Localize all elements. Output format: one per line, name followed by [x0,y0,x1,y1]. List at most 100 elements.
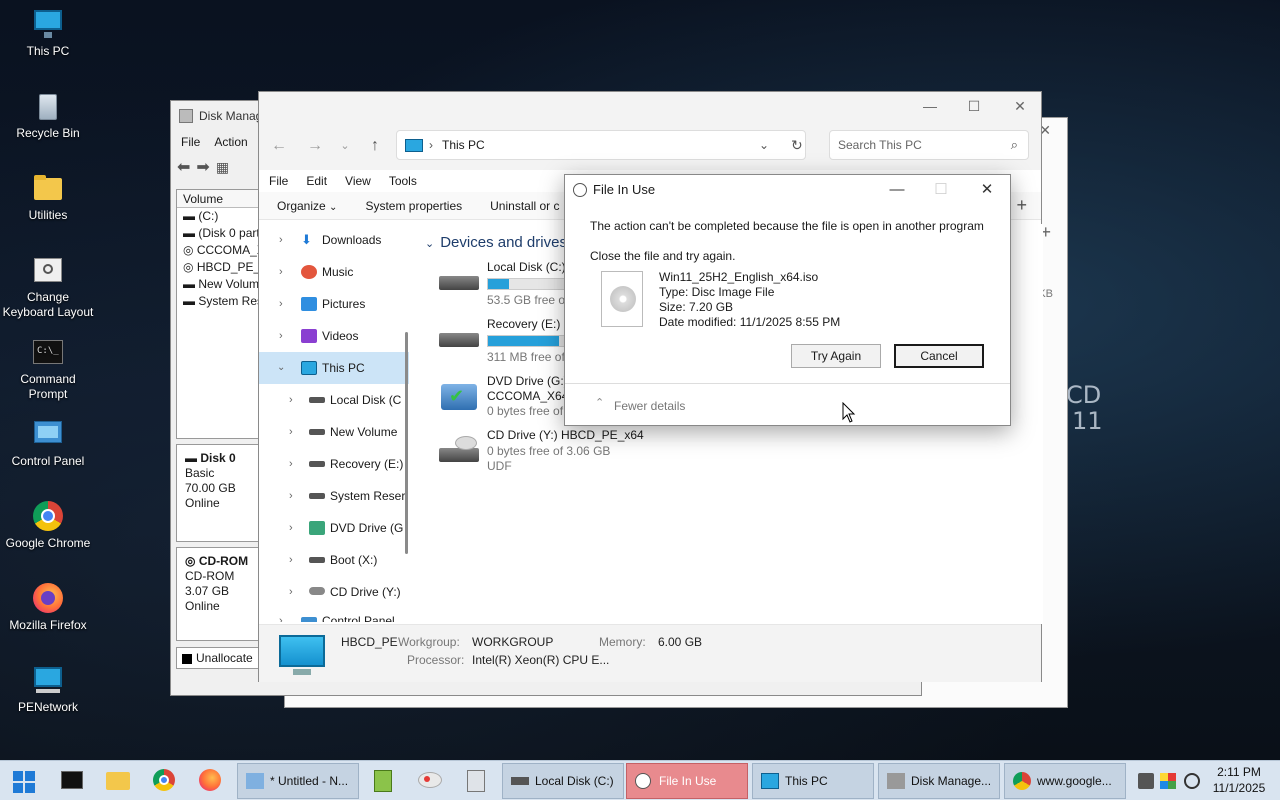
sidebar-item-new-volume[interactable]: › New Volume [259,416,409,448]
maximize-icon[interactable]: ☐ [951,98,997,115]
properties-icon[interactable]: ▦ [216,159,229,176]
forward-arrow-icon[interactable]: → [303,134,327,158]
volume-row[interactable]: ▬ (C:) [177,208,265,225]
chevron-right-icon[interactable]: › [279,608,283,622]
calculator-taskbar-icon[interactable] [456,766,496,796]
sidebar-item-music[interactable]: › Music [259,256,409,288]
desktop-icon-firefox[interactable]: Mozilla Firefox [0,582,96,633]
chevron-right-icon[interactable]: › [289,384,293,416]
volume-row[interactable]: ◎ HBCD_PE_x [177,259,265,276]
desktop-icon-chrome[interactable]: Google Chrome [0,500,96,551]
volume-row[interactable]: ▬ (Disk 0 parti [177,225,265,242]
close-icon[interactable]: ✕ [997,98,1043,115]
up-arrow-icon[interactable]: ↑ [363,134,387,158]
breadcrumb[interactable]: This PC [442,131,485,159]
taskbar-button-file-in-use[interactable]: File In Use [626,763,748,799]
chevron-up-icon[interactable]: ⌃ [595,396,604,409]
paint-taskbar-icon[interactable] [410,766,450,796]
color-tray-icon[interactable] [1160,773,1176,789]
minimize-icon[interactable]: — [907,98,953,114]
desktop-icon-keyboard-layout[interactable]: Change Keyboard Layout [0,254,96,320]
refresh-icon[interactable]: ↻ [791,131,803,159]
volume-row[interactable]: ◎ CCCOMA_X [177,242,265,259]
fewer-details-toggle[interactable]: Fewer details [614,399,685,413]
sidebar-item-system-reserved[interactable]: › System Reser [259,480,409,512]
scrollbar[interactable] [405,332,408,554]
cancel-button[interactable]: Cancel [894,344,984,368]
chevron-right-icon[interactable]: › [289,416,293,448]
notes-taskbar-icon[interactable] [364,766,404,796]
taskbar-button-this-pc[interactable]: This PC [752,763,874,799]
cdrom-panel[interactable]: ◎ CD-ROM CD-ROM 3.07 GB Online [176,547,266,641]
disk-0-panel[interactable]: ▬ Disk 0 Basic 70.00 GB Online [176,444,266,542]
sidebar-item-local-disk-c[interactable]: › Local Disk (C [259,384,409,416]
add-icon[interactable]: + [1016,195,1027,216]
taskbar-button-chrome[interactable]: www.google... [1004,763,1126,799]
chevron-right-icon[interactable]: › [289,448,293,480]
organize-button[interactable]: Organize ⌄ [277,199,337,213]
chevron-right-icon[interactable]: › [279,224,283,256]
column-header-volume[interactable]: Volume [177,190,265,208]
back-arrow-icon[interactable]: ⬅ [177,157,190,177]
volume-row[interactable]: ▬ New Volum [177,276,265,293]
sidebar-item-cd-drive-y[interactable]: › CD Drive (Y:) [259,576,409,608]
desktop-icon-recycle-bin[interactable]: Recycle Bin [0,90,96,141]
menu-file[interactable]: File [181,135,200,149]
search-icon[interactable]: ⌕ [1011,131,1018,159]
system-clock[interactable]: 2:11 PM 11/1/2025 [1206,764,1272,796]
firefox-taskbar-icon[interactable] [190,766,230,796]
dialog-titlebar[interactable]: File In Use — ☐ ✕ [565,175,1010,205]
taskbar-button-local-disk[interactable]: Local Disk (C:) [502,763,624,799]
chevron-right-icon[interactable]: › [279,288,283,320]
close-icon[interactable]: ✕ [967,175,1007,205]
menu-view[interactable]: View [345,174,371,188]
chevron-right-icon[interactable]: › [289,544,293,576]
try-again-button[interactable]: Try Again [791,344,881,368]
desktop-icon-penetwork[interactable]: PENetwork [0,664,96,715]
window-titlebar[interactable]: — ☐ ✕ [259,92,1041,120]
desktop-icon-command-prompt[interactable]: C:\_ Command Prompt [0,336,96,402]
recent-locations-icon[interactable]: ⌄ [333,134,357,158]
chevron-right-icon[interactable]: › [279,256,283,288]
group-header-devices[interactable]: ⌄ Devices and drives [425,234,567,251]
uninstall-button[interactable]: Uninstall or c [490,199,559,213]
search-input[interactable]: Search This PC ⌕ [829,130,1029,160]
chevron-right-icon[interactable]: › [289,576,293,608]
chevron-down-icon[interactable]: ⌄ [759,131,769,159]
menu-action[interactable]: Action [214,135,247,149]
network-tray-icon[interactable] [1138,773,1154,789]
chevron-right-icon[interactable]: › [279,320,283,352]
command-prompt-taskbar-icon[interactable] [52,766,92,796]
sidebar-item-this-pc[interactable]: ⌄ This PC [259,352,409,384]
file-explorer-taskbar-icon[interactable] [98,766,138,796]
sidebar-item-boot-x[interactable]: › Boot (X:) [259,544,409,576]
settings-tray-icon[interactable] [1184,773,1200,789]
system-properties-button[interactable]: System properties [365,199,462,213]
start-icon[interactable] [4,766,44,796]
sidebar-item-downloads[interactable]: › ⬇ Downloads [259,224,409,256]
menu-tools[interactable]: Tools [389,174,417,188]
desktop-icon-this-pc[interactable]: This PC [0,8,96,59]
desktop-icon-control-panel[interactable]: Control Panel [0,418,96,469]
chevron-down-icon[interactable]: ⌄ [277,352,285,384]
back-arrow-icon[interactable]: ← [267,134,291,158]
taskbar-button-notepad[interactable]: * Untitled - N... [237,763,359,799]
sidebar-item-pictures[interactable]: › Pictures [259,288,409,320]
taskbar-button-disk-management[interactable]: Disk Manage... [878,763,1000,799]
chevron-right-icon[interactable]: › [289,480,293,512]
volume-row[interactable]: ▬ System Rese [177,293,265,310]
minimize-icon[interactable]: — [877,175,917,205]
chrome-taskbar-icon[interactable] [144,766,184,796]
sidebar-item-recovery-e[interactable]: › Recovery (E:) [259,448,409,480]
menu-edit[interactable]: Edit [306,174,327,188]
sidebar-item-videos[interactable]: › Videos [259,320,409,352]
menu-file[interactable]: File [269,174,288,188]
file-in-use-dialog[interactable]: File In Use — ☐ ✕ The action can't be co… [564,174,1011,426]
sidebar-item-dvd-drive-g[interactable]: › DVD Drive (G [259,512,409,544]
drive-cd-y[interactable]: CD Drive (Y:) HBCD_PE_x64 0 bytes free o… [437,428,697,484]
address-bar[interactable]: › This PC ⌄ ↻ [396,130,806,160]
sidebar-item-control-panel[interactable]: › Control Panel [259,608,409,622]
desktop-icon-utilities[interactable]: Utilities [0,172,96,223]
chevron-right-icon[interactable]: › [289,512,293,544]
forward-arrow-icon[interactable]: ➡ [196,157,209,177]
